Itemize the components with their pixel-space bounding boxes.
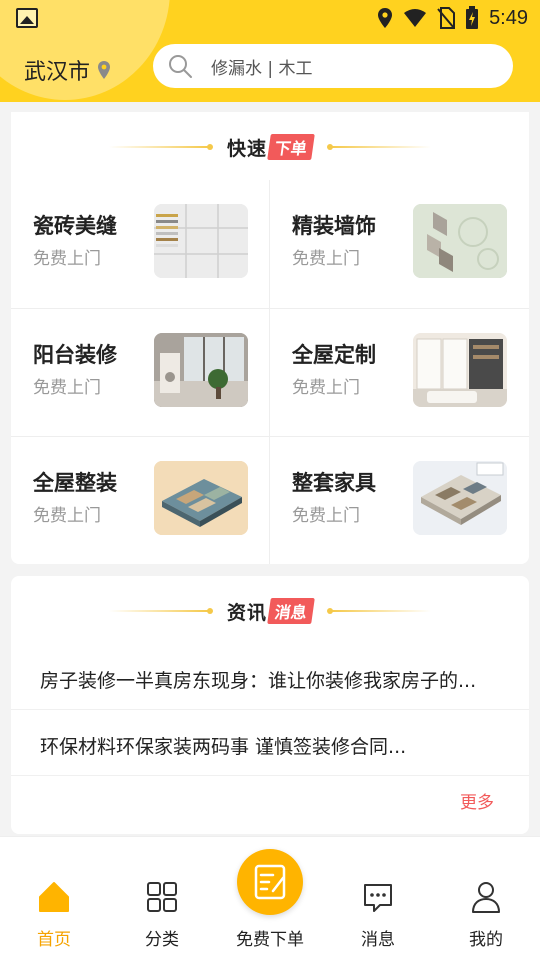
free-order-fab[interactable] (237, 849, 303, 915)
service-sub: 免费上门 (292, 506, 360, 526)
location-status-icon (378, 8, 393, 28)
service-name: 精装墙饰 (292, 214, 376, 238)
news-headline: 房子装修一半真房东现身：谁让你装修我家房子的... (40, 670, 477, 692)
header: 5:49 武汉市 修漏水 | 木工 (0, 0, 540, 102)
nav-item-profile[interactable]: 我的 (432, 837, 540, 960)
quick-order-title: 快速 (226, 137, 267, 160)
nav-label: 分类 (145, 930, 179, 950)
ceramic-grout-image (154, 204, 248, 278)
nav-item-category[interactable]: 分类 (108, 837, 216, 960)
nav-label: 消息 (361, 930, 395, 950)
news-card: 资讯 消息 房子装修一半真房东现身：谁让你装修我家房子的... 环保材料环保家装… (11, 576, 529, 834)
user-icon (472, 882, 500, 913)
battery-icon (466, 6, 479, 29)
service-tile-ceramic-grout[interactable]: 瓷砖美缝 免费上门 (11, 180, 270, 308)
furniture-set-image (413, 461, 507, 535)
service-name: 全屋定制 (292, 343, 376, 367)
nav-item-free-order[interactable]: 免费下单 (216, 837, 324, 960)
custom-furnishing-image (413, 333, 507, 407)
service-tile-balcony[interactable]: 阳台装修 免费上门 (11, 309, 270, 437)
wall-decor-image (413, 204, 507, 278)
nav-label: 首页 (37, 930, 71, 950)
nav-label: 免费下单 (236, 930, 304, 950)
balcony-image (154, 333, 248, 407)
news-header: 资讯 消息 (11, 596, 529, 626)
service-tile-custom-furnishing[interactable]: 全屋定制 免费上门 (270, 309, 529, 437)
city-label: 武汉市 (24, 60, 91, 85)
divider-line (108, 608, 213, 614)
divider-line (327, 144, 432, 150)
news-tag: 消息 (267, 598, 315, 624)
service-name: 整套家具 (292, 471, 376, 495)
service-sub: 免费上门 (292, 378, 360, 398)
nav-item-messages[interactable]: 消息 (324, 837, 432, 960)
quick-order-tag: 下单 (267, 134, 315, 160)
service-sub: 免费上门 (292, 249, 360, 269)
edit-note-icon (254, 864, 286, 900)
news-item[interactable]: 房子装修一半真房东现身：谁让你装修我家房子的... (11, 644, 529, 710)
divider-line (327, 608, 432, 614)
wifi-icon (404, 9, 427, 27)
quick-order-card: 快速 下单 瓷砖美缝 免费上门 精装墙饰 免费上门 阳台装修 免费上门 全屋定制… (11, 112, 529, 564)
service-tile-full-renovation[interactable]: 全屋整装 免费上门 (11, 437, 270, 565)
news-item[interactable]: 环保材料环保家装两码事 谨慎签装修合同... (11, 710, 529, 776)
service-sub: 免费上门 (33, 378, 101, 398)
search-placeholder: 修漏水 | 木工 (211, 58, 313, 79)
gallery-notification-icon (16, 8, 38, 28)
location-pin-icon (98, 61, 111, 79)
nav-label: 我的 (469, 930, 503, 950)
divider-line (108, 144, 213, 150)
news-headline: 环保材料环保家装两码事 谨慎签装修合同... (40, 736, 407, 758)
category-grid-icon (147, 882, 177, 912)
service-name: 全屋整装 (33, 471, 117, 495)
status-time: 5:49 (489, 6, 528, 29)
service-sub: 免费上门 (33, 506, 101, 526)
message-icon (364, 884, 392, 912)
status-bar: 5:49 (0, 0, 540, 36)
search-bar[interactable]: 修漏水 | 木工 (153, 44, 513, 88)
bottom-nav: 首页 分类 免费下单 消息 我的 (0, 836, 540, 960)
home-icon (39, 882, 69, 912)
service-name: 瓷砖美缝 (33, 214, 117, 238)
full-renovation-image (154, 461, 248, 535)
more-link[interactable]: 更多 (460, 788, 494, 813)
quick-order-header: 快速 下单 (11, 132, 529, 162)
service-sub: 免费上门 (33, 249, 101, 269)
service-tile-furniture-set[interactable]: 整套家具 免费上门 (270, 437, 529, 565)
search-icon (169, 55, 192, 78)
nav-item-home[interactable]: 首页 (0, 837, 108, 960)
news-title: 资讯 (226, 601, 267, 624)
no-sim-icon (437, 7, 456, 29)
city-selector[interactable]: 武汉市 (24, 54, 112, 86)
service-tile-wall-decor[interactable]: 精装墙饰 免费上门 (270, 180, 529, 308)
service-name: 阳台装修 (33, 343, 117, 367)
